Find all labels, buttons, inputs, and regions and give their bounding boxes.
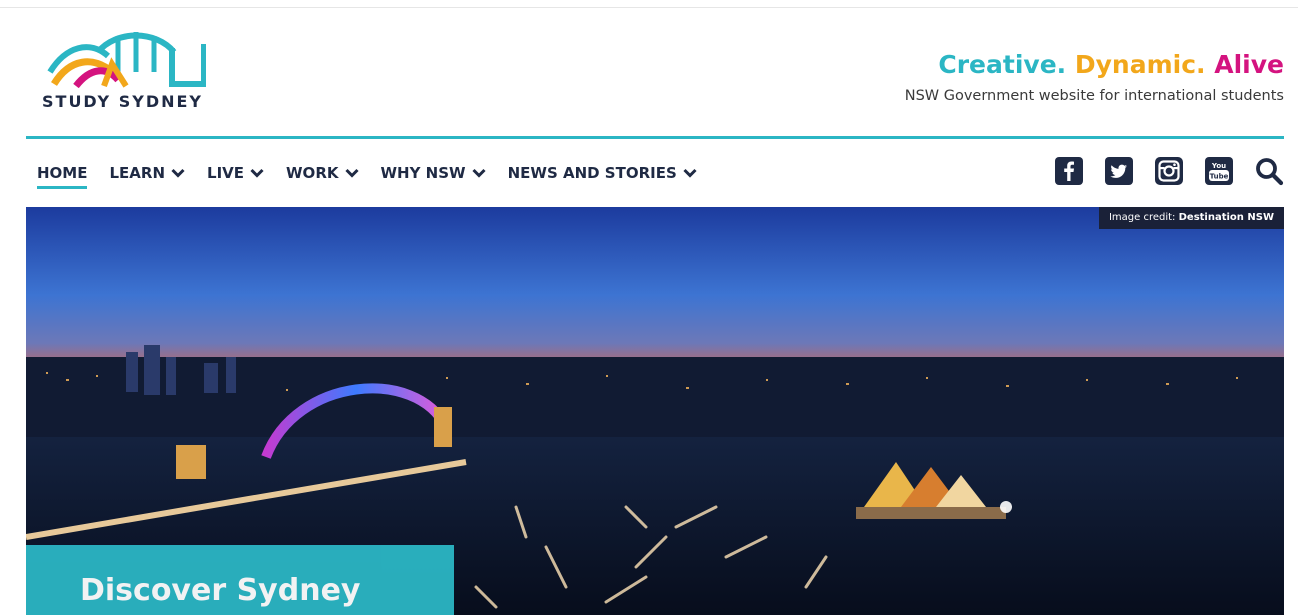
youtube-icon[interactable]: You Tube xyxy=(1204,156,1234,186)
nav-item-label: WORK xyxy=(286,164,339,182)
chevron-down-icon xyxy=(250,168,264,178)
logo-text: STUDY SYDNEY xyxy=(42,92,203,111)
svg-text:Tube: Tube xyxy=(1210,173,1229,181)
tagline-subtitle: NSW Government website for international… xyxy=(904,88,1284,104)
nav-item-home[interactable]: HOME xyxy=(37,162,88,189)
discover-sydney-heading: Discover Sydney xyxy=(80,573,361,608)
chevron-down-icon xyxy=(171,168,185,178)
chevron-down-icon xyxy=(683,168,697,178)
header-divider xyxy=(26,136,1284,139)
image-credit-label: Image credit: xyxy=(1108,212,1176,223)
chevron-down-icon xyxy=(344,168,359,178)
nav-item-label: NEWS AND STORIES xyxy=(507,164,677,182)
study-sydney-logo[interactable]: STUDY SYDNEY xyxy=(40,28,220,114)
image-credit: Image credit: Destination NSW xyxy=(1098,207,1284,229)
nav-item-live[interactable]: LIVE xyxy=(207,162,264,184)
tagline-creative: Creative. xyxy=(938,50,1067,79)
search-icon[interactable] xyxy=(1254,156,1284,186)
nav-items: HOME LEARN LIVE WORK WHY NSW NEWS AND ST… xyxy=(37,162,719,189)
image-credit-source: Destination NSW xyxy=(1178,212,1274,223)
logo-mark-icon xyxy=(47,32,206,88)
top-divider xyxy=(0,7,1298,8)
tagline: Creative. Dynamic. Alive xyxy=(938,50,1284,79)
instagram-icon[interactable] xyxy=(1154,156,1184,186)
nav-item-news-and-stories[interactable]: NEWS AND STORIES xyxy=(508,162,697,184)
chevron-down-icon xyxy=(472,168,486,178)
discover-sydney-panel[interactable]: Discover Sydney xyxy=(26,545,454,615)
nav-item-work[interactable]: WORK xyxy=(286,162,359,184)
twitter-icon[interactable] xyxy=(1104,156,1134,186)
social-links: You Tube xyxy=(1034,156,1284,186)
nav-item-label: HOME xyxy=(37,164,88,182)
nav-item-why-nsw[interactable]: WHY NSW xyxy=(381,162,486,184)
svg-text:You: You xyxy=(1211,162,1226,170)
hero-image: Image credit: Destination NSW Discover S… xyxy=(26,207,1284,615)
tagline-alive: Alive xyxy=(1214,50,1284,79)
nav-item-label: LEARN xyxy=(109,164,166,182)
nav-item-label: WHY NSW xyxy=(380,164,466,182)
nav-item-label: LIVE xyxy=(207,164,245,182)
main-nav: HOME LEARN LIVE WORK WHY NSW NEWS AND ST… xyxy=(26,150,1284,196)
facebook-icon[interactable] xyxy=(1054,156,1084,186)
nav-item-learn[interactable]: LEARN xyxy=(109,162,185,184)
tagline-dynamic: Dynamic. xyxy=(1074,50,1206,79)
